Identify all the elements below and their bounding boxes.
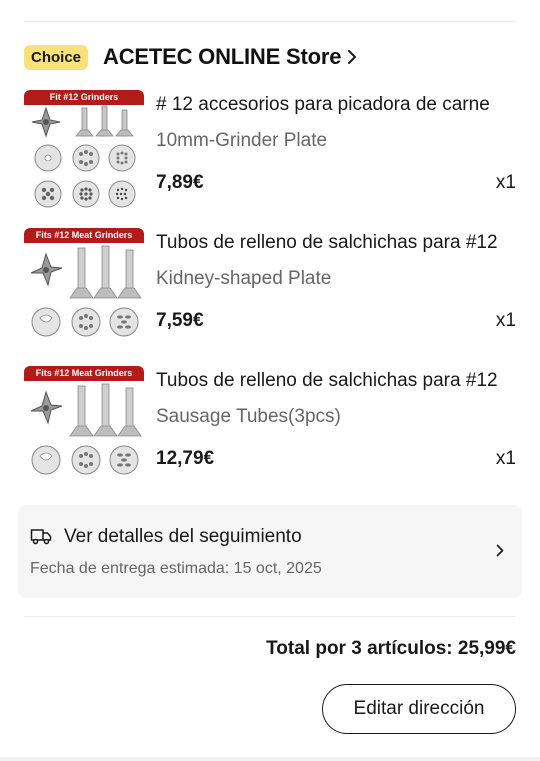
- item-quantity: x1: [495, 448, 516, 469]
- top-divider: [24, 21, 516, 22]
- order-total: Total por 3 artículos: 25,99€: [266, 638, 516, 659]
- bottom-divider: [0, 757, 540, 761]
- chevron-right-icon[interactable]: [347, 49, 357, 65]
- item-title[interactable]: Tubos de relleno de salchichas para #12: [156, 232, 516, 254]
- divider: [24, 616, 516, 617]
- store-name[interactable]: ACETEC ONLINE Store: [103, 44, 341, 70]
- tracking-title[interactable]: Ver detalles del seguimiento: [64, 526, 302, 548]
- truck-icon: [30, 529, 52, 545]
- chevron-right-icon[interactable]: [496, 544, 504, 557]
- item-title[interactable]: Tubos de relleno de salchichas para #12: [156, 370, 516, 392]
- order-item[interactable]: Fits #12 Meat Grinders Tubos de relleno …: [24, 366, 516, 488]
- item-variant: 10mm-Grinder Plate: [156, 130, 328, 151]
- order-item[interactable]: Fit #12 Grinders # 12 accesorios para pi…: [24, 90, 516, 212]
- item-quantity: x1: [495, 310, 516, 331]
- product-image[interactable]: Fits #12 Meat Grinders: [24, 366, 144, 488]
- choice-badge: Choice: [24, 44, 89, 70]
- delivery-estimate: Fecha de entrega estimada: 15 oct, 2025: [30, 560, 322, 577]
- item-title[interactable]: # 12 accesorios para picadora de carne: [156, 94, 516, 116]
- edit-address-button[interactable]: Editar dirección: [322, 684, 516, 734]
- sausage-tubes-illustration: [30, 245, 142, 337]
- item-variant: Sausage Tubes(3pcs): [156, 406, 341, 427]
- product-image[interactable]: Fit #12 Grinders: [24, 90, 144, 212]
- sausage-tubes-illustration: [30, 383, 142, 475]
- tracking-card[interactable]: Ver detalles del seguimiento Fecha de en…: [18, 505, 522, 598]
- item-price: 12,79€: [156, 448, 215, 469]
- item-price: 7,59€: [156, 310, 204, 331]
- grinder-parts-illustration: [31, 105, 136, 208]
- item-variant: Kidney-shaped Plate: [156, 268, 332, 289]
- item-quantity: x1: [495, 172, 516, 193]
- item-price: 7,89€: [156, 172, 204, 193]
- product-image[interactable]: Fits #12 Meat Grinders: [24, 228, 144, 350]
- order-item[interactable]: Fits #12 Meat Grinders Tubos de relleno …: [24, 228, 516, 350]
- store-header[interactable]: Choice ACETEC ONLINE Store: [24, 40, 357, 74]
